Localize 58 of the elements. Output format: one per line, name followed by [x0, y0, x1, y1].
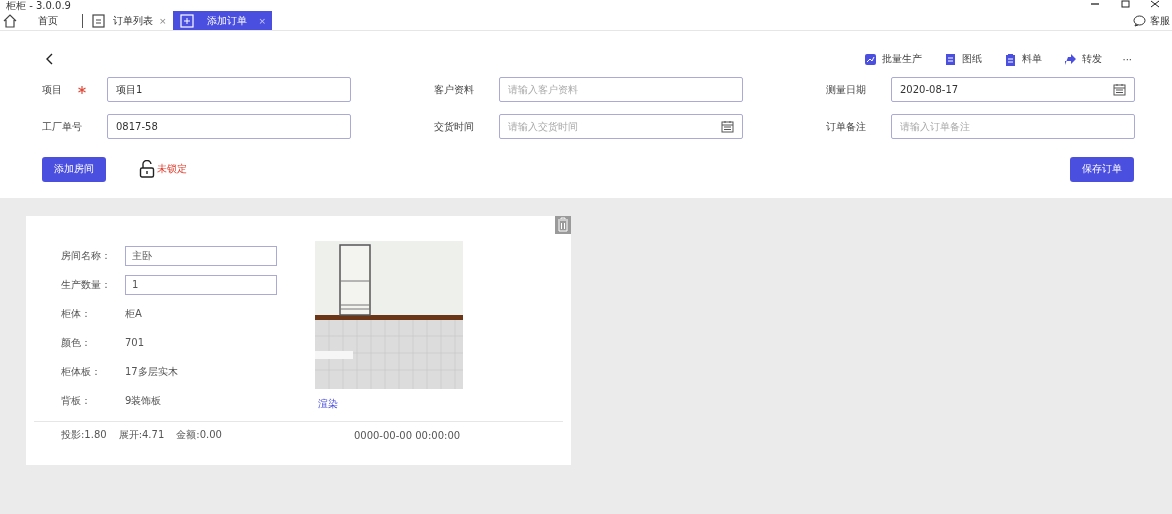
- field-label: 订单备注: [826, 119, 866, 134]
- trash-icon[interactable]: [555, 216, 571, 234]
- input-field[interactable]: 主卧: [125, 245, 277, 266]
- save-order-button[interactable]: 保存订单: [1070, 156, 1134, 182]
- chart-icon: [864, 52, 878, 66]
- field-label: 柜体板：: [61, 364, 102, 379]
- tab[interactable]: 订单列表 ×: [85, 11, 173, 30]
- window-title: 柜柜 - 3.0.0.9: [6, 0, 71, 11]
- field-label: 柜体：: [61, 306, 92, 321]
- field-value: 柜A: [125, 306, 142, 321]
- document-icon: [91, 12, 107, 29]
- minimize-icon[interactable]: [1090, 0, 1100, 8]
- support-button[interactable]: 客服: [1133, 13, 1170, 28]
- field-label: 工厂单号: [42, 119, 82, 134]
- field-label: 颜色：: [61, 335, 92, 350]
- field-value: 701: [125, 337, 145, 348]
- tab-close-button[interactable]: ×: [159, 15, 167, 26]
- field-value: 9装饰板: [125, 393, 162, 408]
- field-value: 17多层实木: [125, 364, 178, 379]
- tab-label[interactable]: 首页: [38, 13, 58, 28]
- timestamp: 0000-00-00 00:00:00: [353, 429, 461, 441]
- date-field[interactable]: 2020-08-17: [891, 77, 1135, 102]
- field-label: 交货时间: [434, 119, 474, 134]
- summary-text: 投影:1.80: [61, 428, 107, 442]
- render-link[interactable]: 渲染: [318, 397, 463, 411]
- lock-status: 未锁定: [157, 162, 187, 176]
- calendar-icon: [1113, 83, 1126, 96]
- close-icon[interactable]: [1150, 0, 1160, 8]
- share-icon: [1064, 52, 1078, 66]
- field-label: 项目: [42, 82, 62, 97]
- tab[interactable]: 添加订单 ×: [172, 11, 273, 30]
- tab[interactable]: 首页: [0, 11, 82, 30]
- field-label: 测量日期: [826, 82, 866, 97]
- toolbar-button[interactable]: 料单: [1004, 52, 1043, 66]
- add-room-button[interactable]: 添加房间: [42, 156, 106, 182]
- toolbar-button[interactable]: 图纸: [944, 52, 983, 66]
- summary-text: 金额:0.00: [176, 428, 222, 442]
- toolbar-button[interactable]: 批量生产: [864, 52, 923, 66]
- add-document-icon: [178, 12, 195, 29]
- input-field[interactable]: 0817-58: [107, 114, 351, 139]
- toolbar-button[interactable]: 转发: [1064, 52, 1103, 66]
- input-field[interactable]: 1: [125, 274, 277, 295]
- tab-label[interactable]: 添加订单: [206, 13, 247, 28]
- document-icon: [944, 52, 958, 66]
- field-label: 背板：: [61, 393, 92, 408]
- chat-icon: [1133, 14, 1146, 27]
- tab-close-button[interactable]: ×: [258, 15, 267, 26]
- clipboard-icon: [1004, 52, 1018, 66]
- field-label: 客户资料: [434, 82, 474, 97]
- home-icon: [2, 12, 18, 29]
- maximize-icon[interactable]: [1120, 0, 1130, 8]
- calendar-icon: [721, 120, 734, 133]
- input-field[interactable]: 项目1: [107, 77, 351, 102]
- summary-text: 展开:4.71: [118, 428, 165, 442]
- field-label: 生产数量：: [61, 277, 112, 292]
- tab-label[interactable]: 订单列表: [113, 13, 153, 28]
- more-button[interactable]: ···: [1122, 53, 1132, 65]
- field-label: 房间名称：: [61, 248, 112, 263]
